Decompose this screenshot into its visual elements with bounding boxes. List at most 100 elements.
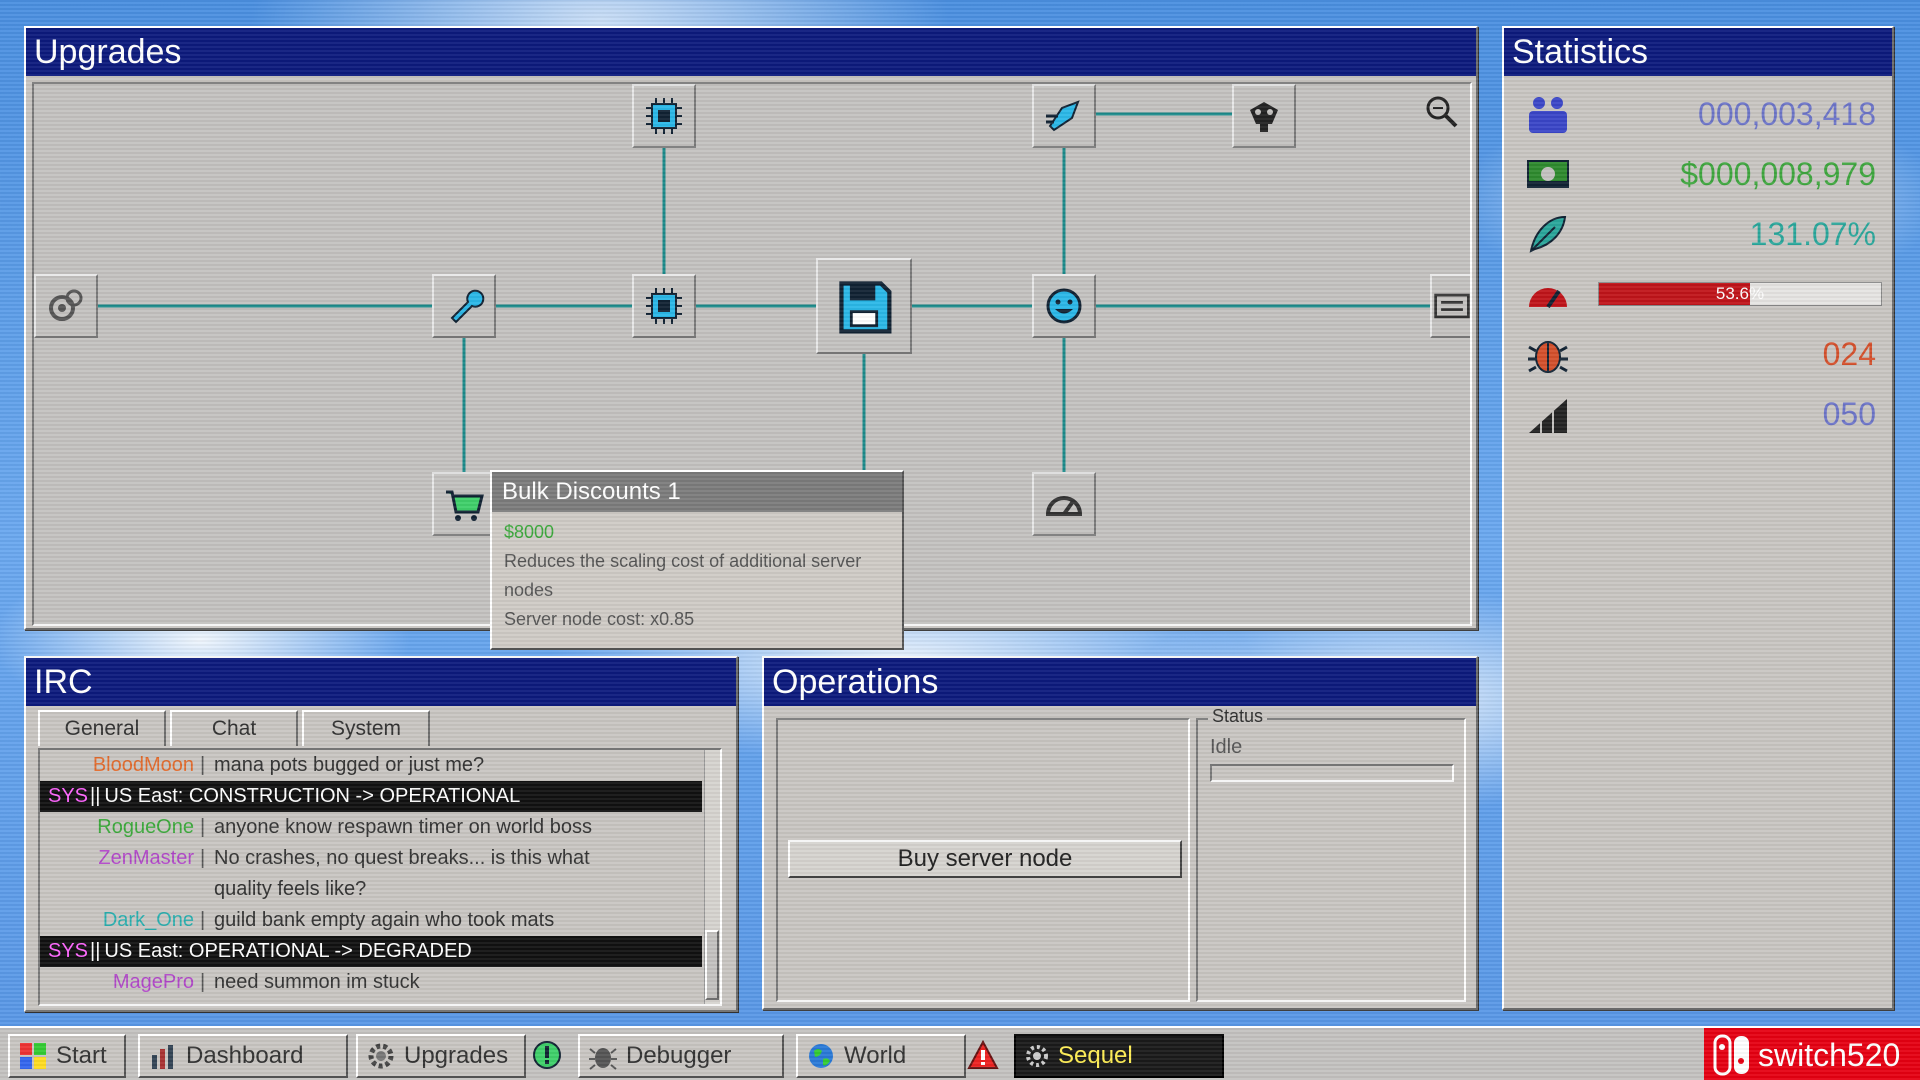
gears-icon xyxy=(49,289,83,321)
system-tag: SYS xyxy=(48,940,89,962)
chat-message: Dark_One | guild bank empty again who took… xyxy=(40,905,720,936)
globe-icon xyxy=(809,1044,833,1068)
message-nick[interactable]: RogueOne xyxy=(40,812,200,843)
taskbar-debugger[interactable]: Debugger xyxy=(578,1034,784,1078)
tooltip-effect: Server node cost: x0.85 xyxy=(504,609,695,629)
cpu-chip-icon xyxy=(646,288,682,324)
tooltip-title: Bulk Discounts 1 xyxy=(492,472,902,512)
stat-level: 050 xyxy=(1522,388,1882,440)
upgrade-node-happy[interactable] xyxy=(1032,274,1096,338)
switch-logo-icon xyxy=(1713,1034,1749,1076)
chat-message: MagePro | need summon im stuck xyxy=(40,967,720,998)
message-nick[interactable]: ZenMaster xyxy=(40,843,200,874)
load-progress-text: 53.6% xyxy=(1715,284,1765,303)
start-button[interactable]: Start xyxy=(8,1034,126,1078)
chat-message: quality feels like? xyxy=(40,874,720,905)
operations-title: Operations xyxy=(764,658,1476,706)
tab-system[interactable]: System xyxy=(302,710,430,746)
upgrade-alert-icon[interactable] xyxy=(530,1038,564,1072)
message-nick[interactable]: MagePro xyxy=(40,967,200,998)
message-separator: | xyxy=(200,754,206,776)
message-text: mana pots bugged or just me? xyxy=(214,754,485,776)
chat-scroll-thumb[interactable] xyxy=(705,930,719,1000)
upgrade-node-floppy[interactable] xyxy=(816,258,912,354)
system-separator: || xyxy=(90,785,101,807)
chat-message: BloodMoon | mana pots bugged or just me? xyxy=(40,750,720,781)
message-text: anyone know respawn timer on world boss xyxy=(214,816,592,838)
cpu-chip-icon xyxy=(646,98,682,134)
upgrade-node-speedometer[interactable] xyxy=(1032,472,1096,536)
taskbar-dashboard[interactable]: Dashboard xyxy=(138,1034,348,1078)
message-text: US East: CONSTRUCTION -> OPERATIONAL xyxy=(104,785,521,807)
system-tag: SYS xyxy=(48,785,89,807)
bug-icon xyxy=(1528,341,1568,373)
taskbar-world[interactable]: World xyxy=(796,1034,966,1078)
start-label: Start xyxy=(56,1042,107,1069)
stat-level-value: 050 xyxy=(1822,395,1876,432)
stat-bugs: 024 xyxy=(1522,328,1882,380)
system-separator: || xyxy=(90,940,101,962)
gear-icon xyxy=(368,1043,394,1069)
server-rack-icon xyxy=(1434,293,1470,319)
message-separator: | xyxy=(200,847,206,869)
message-separator: | xyxy=(200,971,206,993)
magnifier-icon xyxy=(1426,96,1458,128)
message-nick[interactable]: Dark_One xyxy=(40,905,200,936)
sequel-gear-icon xyxy=(1026,1045,1048,1067)
stat-load: 53.6% xyxy=(1522,268,1882,320)
message-text: guild bank empty again who took mats xyxy=(214,909,555,931)
system-message: SYS || US East: OPERATIONAL -> DEGRADED xyxy=(40,936,702,967)
tab-general[interactable]: General xyxy=(38,710,166,746)
zoom-button[interactable] xyxy=(1420,90,1462,132)
stat-players: 000,003,418 xyxy=(1522,88,1882,140)
stat-money-value: $000,008,979 xyxy=(1680,155,1876,192)
stat-money: $000,008,979 xyxy=(1522,148,1882,200)
upgrade-node-gear[interactable] xyxy=(34,274,98,338)
system-message: SYS || US East: CONSTRUCTION -> OPERATIONA… xyxy=(40,781,702,812)
brand-label: switch520 xyxy=(1758,1037,1901,1073)
windows-logo-icon xyxy=(20,1043,46,1069)
tooltip-price: $8000 xyxy=(504,522,555,542)
irc-chat-log[interactable]: BloodMoon | mana pots bugged or just me? SY… xyxy=(38,748,722,1006)
rocket-icon xyxy=(1046,100,1080,132)
message-nick[interactable]: BloodMoon xyxy=(40,750,200,781)
floppy-disk-icon xyxy=(839,281,892,334)
upgrades-title: Upgrades xyxy=(26,28,1476,76)
stat-growth-value: 131.07% xyxy=(1749,215,1876,252)
world-warning-icon[interactable] xyxy=(966,1038,1000,1072)
shopping-cart-icon xyxy=(446,490,484,521)
upgrade-node-wrench[interactable] xyxy=(432,274,496,338)
players-icon xyxy=(1529,97,1567,133)
irc-tabs: General Chat System xyxy=(38,710,434,748)
upgrade-node-chip[interactable] xyxy=(632,274,696,338)
dashboard-label: Dashboard xyxy=(186,1042,304,1069)
switch520-watermark: switch520 xyxy=(1704,1028,1920,1080)
irc-window: IRC General Chat System BloodMoon | mana p… xyxy=(24,656,738,1012)
message-nick[interactable] xyxy=(40,874,200,905)
sequel-label: Sequel xyxy=(1058,1042,1133,1069)
gauge-icon xyxy=(1529,288,1567,309)
upgrade-node-bug-locked[interactable] xyxy=(1232,84,1296,148)
upgrade-node-rocket[interactable] xyxy=(1032,84,1096,148)
status-group: Status Idle xyxy=(1196,706,1466,1002)
cash-icon xyxy=(1527,160,1569,188)
chat-scrollbar[interactable] xyxy=(704,750,720,1004)
wrench-icon xyxy=(450,289,485,324)
message-text: need summon im stuck xyxy=(214,971,420,993)
stat-growth: 131.07% xyxy=(1522,208,1882,260)
signal-bars-icon xyxy=(1529,399,1567,433)
upgrade-node-server-edge[interactable] xyxy=(1430,274,1470,338)
buy-server-node-button[interactable]: Buy server node xyxy=(788,840,1182,878)
taskbar-upgrades[interactable]: Upgrades xyxy=(356,1034,526,1078)
upgrade-node-bulk-discount[interactable] xyxy=(432,472,496,536)
message-separator xyxy=(200,874,208,905)
upgrades-label: Upgrades xyxy=(404,1042,509,1069)
tab-chat[interactable]: Chat xyxy=(170,710,298,746)
statistics-title: Statistics xyxy=(1504,28,1892,76)
taskbar-sequel[interactable]: Sequel xyxy=(1014,1034,1224,1078)
chat-message: RogueOne | anyone know respawn timer on wo… xyxy=(40,812,720,843)
irc-title: IRC xyxy=(26,658,736,706)
tooltip-description: Reduces the scaling cost of additional s… xyxy=(504,551,862,600)
message-text: US East: OPERATIONAL -> DEGRADED xyxy=(104,940,472,962)
upgrade-node-chip-top[interactable] xyxy=(632,84,696,148)
